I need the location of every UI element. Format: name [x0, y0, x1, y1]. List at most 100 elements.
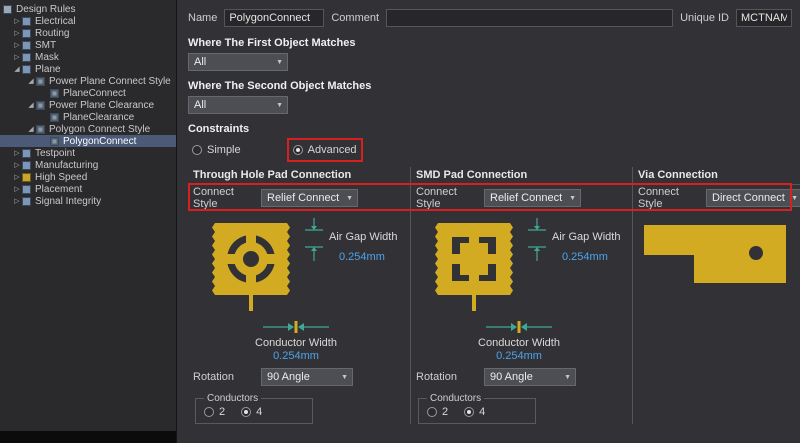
tree-item-design-rules[interactable]: Design Rules — [0, 3, 176, 15]
first-match-dropdown[interactable]: All ▼ — [188, 53, 288, 71]
tree-item-high-speed[interactable]: ▷ High Speed — [0, 171, 176, 183]
expander-icon[interactable]: ▷ — [12, 185, 22, 193]
chevron-down-icon: ▼ — [341, 374, 348, 381]
high-speed-icon — [22, 173, 31, 182]
rule-type-icon — [36, 125, 45, 134]
tree-item-signal-integrity[interactable]: ▷ Signal Integrity — [0, 195, 176, 207]
through-hole-rotation-dropdown[interactable]: 90 Angle ▼ — [261, 368, 353, 386]
tree-item-smt[interactable]: ▷ SMT — [0, 39, 176, 51]
rule-editor-panel: Name Comment Unique ID Where The First O… — [178, 0, 800, 443]
expander-icon[interactable]: ▷ — [12, 17, 22, 25]
radio-icon — [241, 407, 251, 417]
conductors-4-radio[interactable]: 4 — [464, 406, 485, 418]
second-match-dropdown[interactable]: All ▼ — [188, 96, 288, 114]
connect-style-label: Connect Style — [416, 186, 484, 210]
radio-icon — [427, 407, 437, 417]
constraints-sections: Through Hole Pad Connection Connect Styl… — [188, 167, 792, 424]
rotation-label: Rotation — [416, 371, 484, 383]
expander-icon[interactable]: ▷ — [12, 53, 22, 61]
name-input[interactable] — [224, 9, 324, 27]
expander-icon[interactable]: ◢ — [26, 101, 36, 109]
through-hole-conductors-group: Conductors 2 4 — [195, 393, 313, 424]
tree-item-routing[interactable]: ▷ Routing — [0, 27, 176, 39]
expander-icon[interactable]: ▷ — [12, 149, 22, 157]
rule-type-icon — [36, 77, 45, 86]
conductors-label: Conductors — [204, 393, 261, 404]
comment-label: Comment — [331, 12, 379, 24]
rotation-label: Rotation — [193, 371, 261, 383]
through-hole-connect-style-dropdown[interactable]: Relief Connect ▼ — [261, 189, 358, 207]
air-gap-width-value: 0.254mm — [562, 251, 608, 263]
air-gap-width-value: 0.254mm — [339, 251, 385, 263]
smd-conductors-group: Conductors 2 4 — [418, 393, 536, 424]
rules-sidebar: Design Rules ▷ Electrical ▷ Routing ▷ SM… — [0, 0, 177, 443]
tree-item-polygon-connect-style[interactable]: ◢ Polygon Connect Style — [0, 123, 176, 135]
conductor-width-dimension-arrows — [261, 321, 331, 333]
tree-item-planeclearance[interactable]: PlaneClearance — [0, 111, 176, 123]
tree-item-testpoint[interactable]: ▷ Testpoint — [0, 147, 176, 159]
tree-item-plane[interactable]: ◢ Plane — [0, 63, 176, 75]
advanced-radio[interactable]: Advanced — [293, 144, 357, 156]
conductor-width-value: 0.254mm — [434, 350, 604, 362]
expander-icon[interactable]: ◢ — [26, 125, 36, 133]
through-hole-section: Through Hole Pad Connection Connect Styl… — [188, 167, 410, 424]
expander-icon[interactable]: ▷ — [12, 197, 22, 205]
placement-icon — [22, 185, 31, 194]
radio-icon — [204, 407, 214, 417]
rule-identity-row: Name Comment Unique ID — [188, 8, 792, 28]
sidebar-footer — [0, 431, 176, 443]
tree-item-electrical[interactable]: ▷ Electrical — [0, 15, 176, 27]
expander-icon[interactable]: ▷ — [12, 29, 22, 37]
tree-item-power-plane-connect-style[interactable]: ◢ Power Plane Connect Style — [0, 75, 176, 87]
conductors-4-radio[interactable]: 4 — [241, 406, 262, 418]
tree-item-manufacturing[interactable]: ▷ Manufacturing — [0, 159, 176, 171]
chevron-down-icon: ▼ — [564, 374, 571, 381]
chevron-down-icon: ▼ — [791, 195, 798, 202]
conductor-width-dimension-arrows — [484, 321, 554, 333]
through-hole-relief-diagram: Air Gap Width 0.254mm — [193, 213, 404, 319]
constraints-label: Constraints — [188, 123, 792, 135]
section-title: Via Connection — [638, 167, 800, 185]
testpoint-icon — [22, 149, 31, 158]
design-rules-tree: Design Rules ▷ Electrical ▷ Routing ▷ SM… — [0, 0, 176, 207]
first-object-matches-label: Where The First Object Matches — [188, 37, 792, 49]
radio-icon — [192, 145, 202, 155]
relief-pad-graphic — [428, 215, 520, 313]
tree-item-polygonconnect-selected[interactable]: PolygonConnect — [0, 135, 176, 147]
manufacturing-icon — [22, 161, 31, 170]
unique-id-label: Unique ID — [680, 12, 729, 24]
air-gap-width-label: Air Gap Width — [552, 231, 620, 243]
chevron-down-icon: ▼ — [569, 195, 576, 202]
expander-icon[interactable]: ▷ — [12, 173, 22, 181]
design-rules-icon — [3, 5, 12, 14]
tree-item-placement[interactable]: ▷ Placement — [0, 183, 176, 195]
rule-icon — [50, 137, 59, 146]
second-object-matches-label: Where The Second Object Matches — [188, 80, 792, 92]
expander-icon[interactable]: ▷ — [12, 161, 22, 169]
tree-item-planeconnect[interactable]: PlaneConnect — [0, 87, 176, 99]
section-title: Through Hole Pad Connection — [193, 167, 404, 185]
air-gap-width-label: Air Gap Width — [329, 231, 397, 243]
expander-icon[interactable]: ◢ — [26, 77, 36, 85]
tree-item-power-plane-clearance[interactable]: ◢ Power Plane Clearance — [0, 99, 176, 111]
unique-id-input[interactable] — [736, 9, 792, 27]
smd-section: SMD Pad Connection Connect Style Relief … — [410, 167, 632, 424]
chevron-down-icon: ▼ — [276, 59, 283, 66]
conductor-width-value: 0.254mm — [211, 350, 381, 362]
simple-radio[interactable]: Simple — [192, 144, 241, 156]
radio-icon — [464, 407, 474, 417]
tree-item-mask[interactable]: ▷ Mask — [0, 51, 176, 63]
via-connect-style-dropdown[interactable]: Direct Connect ▼ — [706, 189, 800, 207]
comment-input[interactable] — [386, 9, 673, 27]
expander-icon[interactable]: ◢ — [12, 65, 22, 73]
expander-icon[interactable]: ▷ — [12, 41, 22, 49]
conductors-2-radio[interactable]: 2 — [427, 406, 448, 418]
air-gap-dimension-arrows — [303, 217, 325, 263]
smd-connect-style-dropdown[interactable]: Relief Connect ▼ — [484, 189, 581, 207]
relief-pad-graphic — [205, 215, 297, 313]
connect-style-label: Connect Style — [193, 186, 261, 210]
via-section: Via Connection Connect Style Direct Conn… — [632, 167, 800, 424]
conductors-2-radio[interactable]: 2 — [204, 406, 225, 418]
smd-rotation-dropdown[interactable]: 90 Angle ▼ — [484, 368, 576, 386]
chevron-down-icon: ▼ — [276, 102, 283, 109]
